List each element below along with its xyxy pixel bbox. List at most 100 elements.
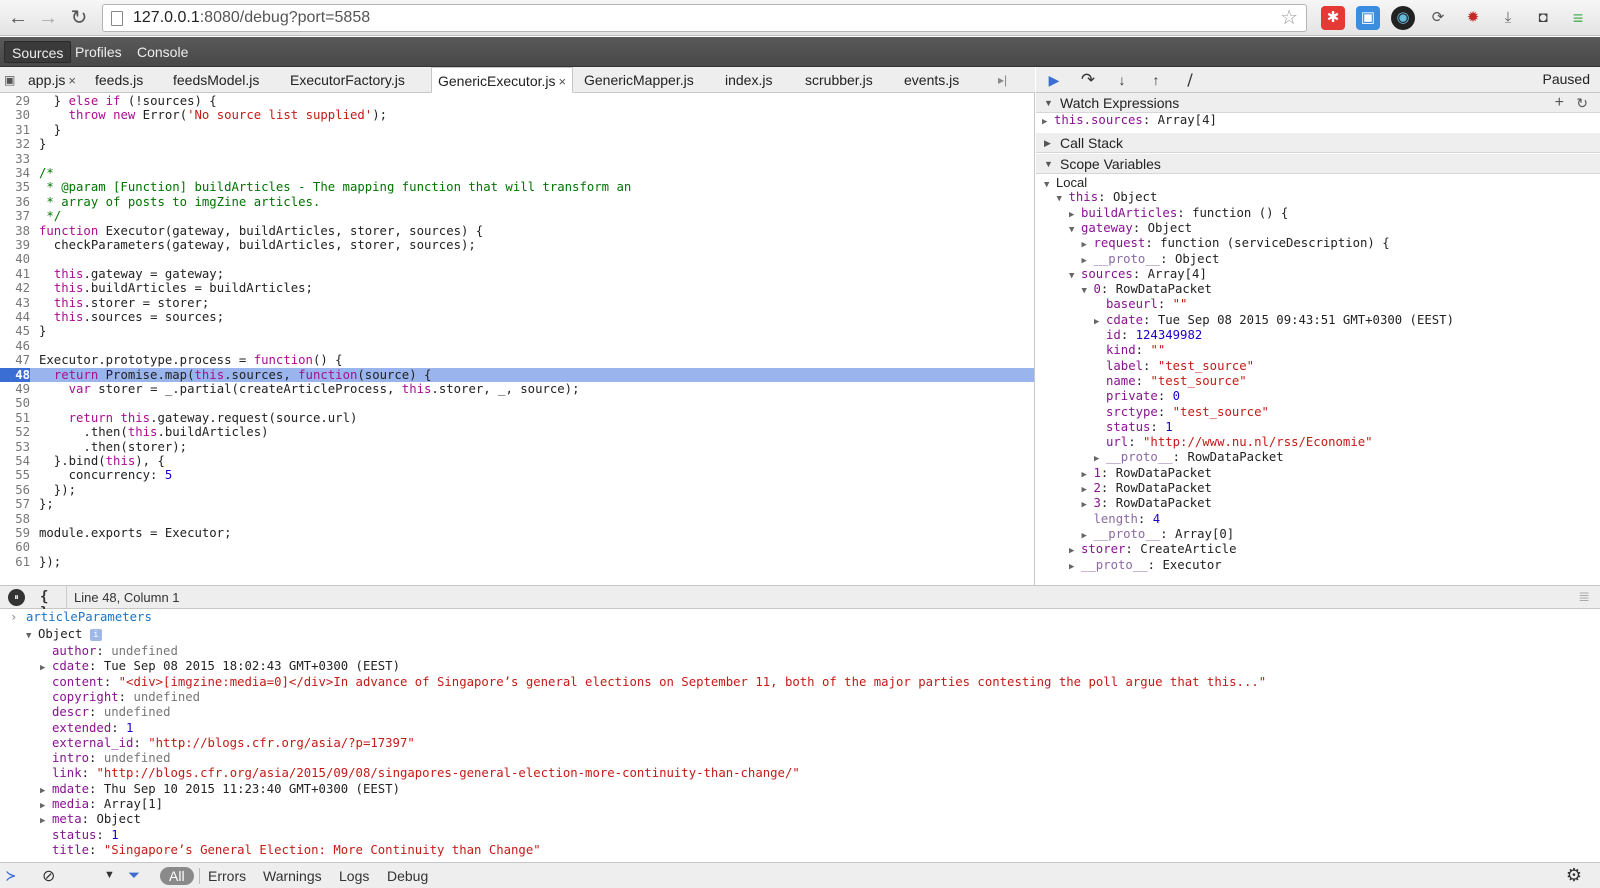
scope-tree-item[interactable]: ▶ storer: CreateArticle: [1069, 542, 1236, 558]
code-line[interactable]: 35 * @param [Function] buildArticles - T…: [0, 180, 1034, 194]
context-dropdown-icon[interactable]: ▼: [104, 869, 115, 881]
scope-tree-item[interactable]: ▶ __proto__: Array[0]: [1082, 527, 1235, 543]
pause-on-exceptions-icon[interactable]: ⏸: [8, 589, 25, 606]
file-tab[interactable]: scrubber.js: [805, 67, 873, 93]
drawer-toggle-icon[interactable]: ≣: [1578, 588, 1590, 605]
step-into-icon[interactable]: ↓: [1110, 70, 1134, 90]
code-line[interactable]: 31 }: [0, 123, 1034, 137]
code-line-current[interactable]: 48 return Promise.map(this.sources, func…: [0, 367, 1034, 382]
line-number[interactable]: 45: [0, 324, 30, 338]
scope-tree-item[interactable]: length: 4: [1082, 512, 1161, 528]
file-tab-active[interactable]: GenericExecutor.js ×: [431, 67, 574, 93]
code-line[interactable]: 46: [0, 339, 1034, 353]
console-property[interactable]: ▶ mdate: Thu Sep 10 2015 11:23:40 GMT+030…: [40, 782, 400, 798]
code-line[interactable]: 60: [0, 540, 1034, 554]
scope-tree-item[interactable]: ▼ this: Object: [1057, 190, 1158, 206]
code-line[interactable]: 33: [0, 152, 1034, 166]
line-number[interactable]: 50: [0, 396, 30, 410]
scope-tree-item[interactable]: ▼ gateway: Object: [1069, 221, 1192, 237]
scope-tree-item[interactable]: srctype: "test_source": [1094, 405, 1269, 421]
code-line[interactable]: 34/*: [0, 166, 1034, 180]
code-line[interactable]: 49 var storer = _.partial(createArticleP…: [0, 382, 1034, 396]
code-line[interactable]: 50: [0, 396, 1034, 410]
line-number[interactable]: 60: [0, 540, 30, 554]
extension-lastpass-icon[interactable]: ✱: [1321, 6, 1345, 30]
back-icon[interactable]: ←: [6, 6, 30, 30]
deactivate-breakpoints-icon[interactable]: ⧸: [1178, 70, 1202, 90]
line-number[interactable]: 38: [0, 224, 30, 238]
scope-tree-item[interactable]: url: "http://www.nu.nl/rss/Economie": [1094, 435, 1373, 451]
code-line[interactable]: 59 module.exports = Executor;: [0, 526, 1034, 540]
filter-all-button[interactable]: All: [160, 867, 194, 885]
close-icon[interactable]: ×: [68, 73, 76, 88]
watch-expression-item[interactable]: ▶ this.sources: Array[4]: [1042, 113, 1217, 129]
line-number[interactable]: 59: [0, 526, 30, 540]
line-number[interactable]: 32: [0, 137, 30, 151]
step-over-icon[interactable]: ↷: [1076, 70, 1100, 90]
line-number[interactable]: 55: [0, 468, 30, 482]
line-number[interactable]: 56: [0, 483, 30, 497]
file-tab[interactable]: feedsModel.js: [173, 67, 259, 93]
extension-sync-icon[interactable]: ⟳: [1426, 6, 1450, 30]
line-number[interactable]: 41: [0, 267, 30, 281]
line-number[interactable]: 51: [0, 411, 30, 425]
scope-tree-item[interactable]: ▶ cdate: Tue Sep 08 2015 09:43:51 GMT+030…: [1094, 313, 1454, 329]
line-number[interactable]: 42: [0, 281, 30, 295]
code-line[interactable]: 47 Executor.prototype.process = function(…: [0, 353, 1034, 367]
file-tab[interactable]: app.js ×: [28, 67, 76, 93]
scope-tree-item[interactable]: ▶ 2: RowDataPacket: [1082, 481, 1212, 497]
line-number[interactable]: 52: [0, 425, 30, 439]
file-tab[interactable]: ExecutorFactory.js: [290, 67, 405, 93]
extension-ladybug-icon[interactable]: ✹: [1461, 6, 1485, 30]
line-number[interactable]: 39: [0, 238, 30, 252]
code-line[interactable]: 57};: [0, 497, 1034, 511]
file-tab[interactable]: feeds.js: [95, 67, 143, 93]
reload-icon[interactable]: ↻: [67, 6, 91, 30]
line-number[interactable]: 43: [0, 296, 30, 310]
scope-tree-item[interactable]: ▼ 0: RowDataPacket: [1082, 282, 1212, 298]
code-line[interactable]: 40: [0, 252, 1034, 266]
tab-console[interactable]: Console: [130, 41, 195, 63]
line-number[interactable]: 36: [0, 195, 30, 209]
chrome-menu-icon[interactable]: ≡: [1566, 6, 1590, 30]
more-tabs-icon[interactable]: ▸|: [998, 67, 1007, 93]
show-drawer-icon[interactable]: ≻: [6, 866, 16, 885]
code-line[interactable]: 41 this.gateway = gateway;: [0, 267, 1034, 281]
forward-icon[interactable]: →: [36, 6, 60, 30]
line-number[interactable]: 31: [0, 123, 30, 137]
line-number[interactable]: 40: [0, 252, 30, 266]
extension-window-icon[interactable]: ▣: [1356, 6, 1380, 30]
code-line[interactable]: 54 }.bind(this), {: [0, 454, 1034, 468]
scope-tree-item[interactable]: ▶ 3: RowDataPacket: [1082, 496, 1212, 512]
address-bar[interactable]: 127.0.0.1:8080/debug?port=5858 ☆: [102, 4, 1307, 32]
clear-console-icon[interactable]: ⊘: [42, 866, 55, 886]
line-number[interactable]: 48: [0, 367, 30, 382]
line-number[interactable]: 53: [0, 440, 30, 454]
info-icon[interactable]: i: [89, 628, 102, 641]
refresh-icon[interactable]: ↻: [1576, 93, 1588, 113]
code-line[interactable]: 36 * array of posts to imgZine articles.: [0, 195, 1034, 209]
code-line[interactable]: 55 concurrency: 5: [0, 468, 1034, 482]
bookmark-star-icon[interactable]: ☆: [1280, 5, 1298, 31]
scope-tree-item[interactable]: kind: "": [1094, 343, 1165, 359]
extension-robot-icon[interactable]: ◘: [1531, 6, 1555, 30]
line-number[interactable]: 47: [0, 353, 30, 367]
code-line[interactable]: 37 */: [0, 209, 1034, 223]
scope-tree-item[interactable]: ▶ buildArticles: function () {: [1069, 206, 1288, 222]
console-property[interactable]: ▶ media: Array[1]: [40, 797, 163, 813]
file-tab[interactable]: events.js: [904, 67, 959, 93]
code-line[interactable]: 61});: [0, 555, 1034, 569]
close-icon[interactable]: ×: [559, 74, 567, 89]
code-line[interactable]: 39 checkParameters(gateway, buildArticle…: [0, 238, 1034, 252]
watch-expressions-header[interactable]: ▼ Watch Expressions + ↻: [1036, 93, 1600, 113]
line-number[interactable]: 46: [0, 339, 30, 353]
scope-tree-item[interactable]: ▶ __proto__: Executor: [1069, 558, 1222, 574]
scope-tree-item[interactable]: ▶ __proto__: Object: [1082, 252, 1220, 268]
code-line[interactable]: 58: [0, 512, 1034, 526]
filter-logs-button[interactable]: Logs: [339, 867, 369, 885]
scope-tree-item[interactable]: label: "test_source": [1094, 359, 1254, 375]
line-number[interactable]: 54: [0, 454, 30, 468]
tab-sources[interactable]: Sources: [4, 41, 72, 63]
scope-tree-item[interactable]: ▶ 1: RowDataPacket: [1082, 466, 1212, 482]
line-number[interactable]: 33: [0, 152, 30, 166]
